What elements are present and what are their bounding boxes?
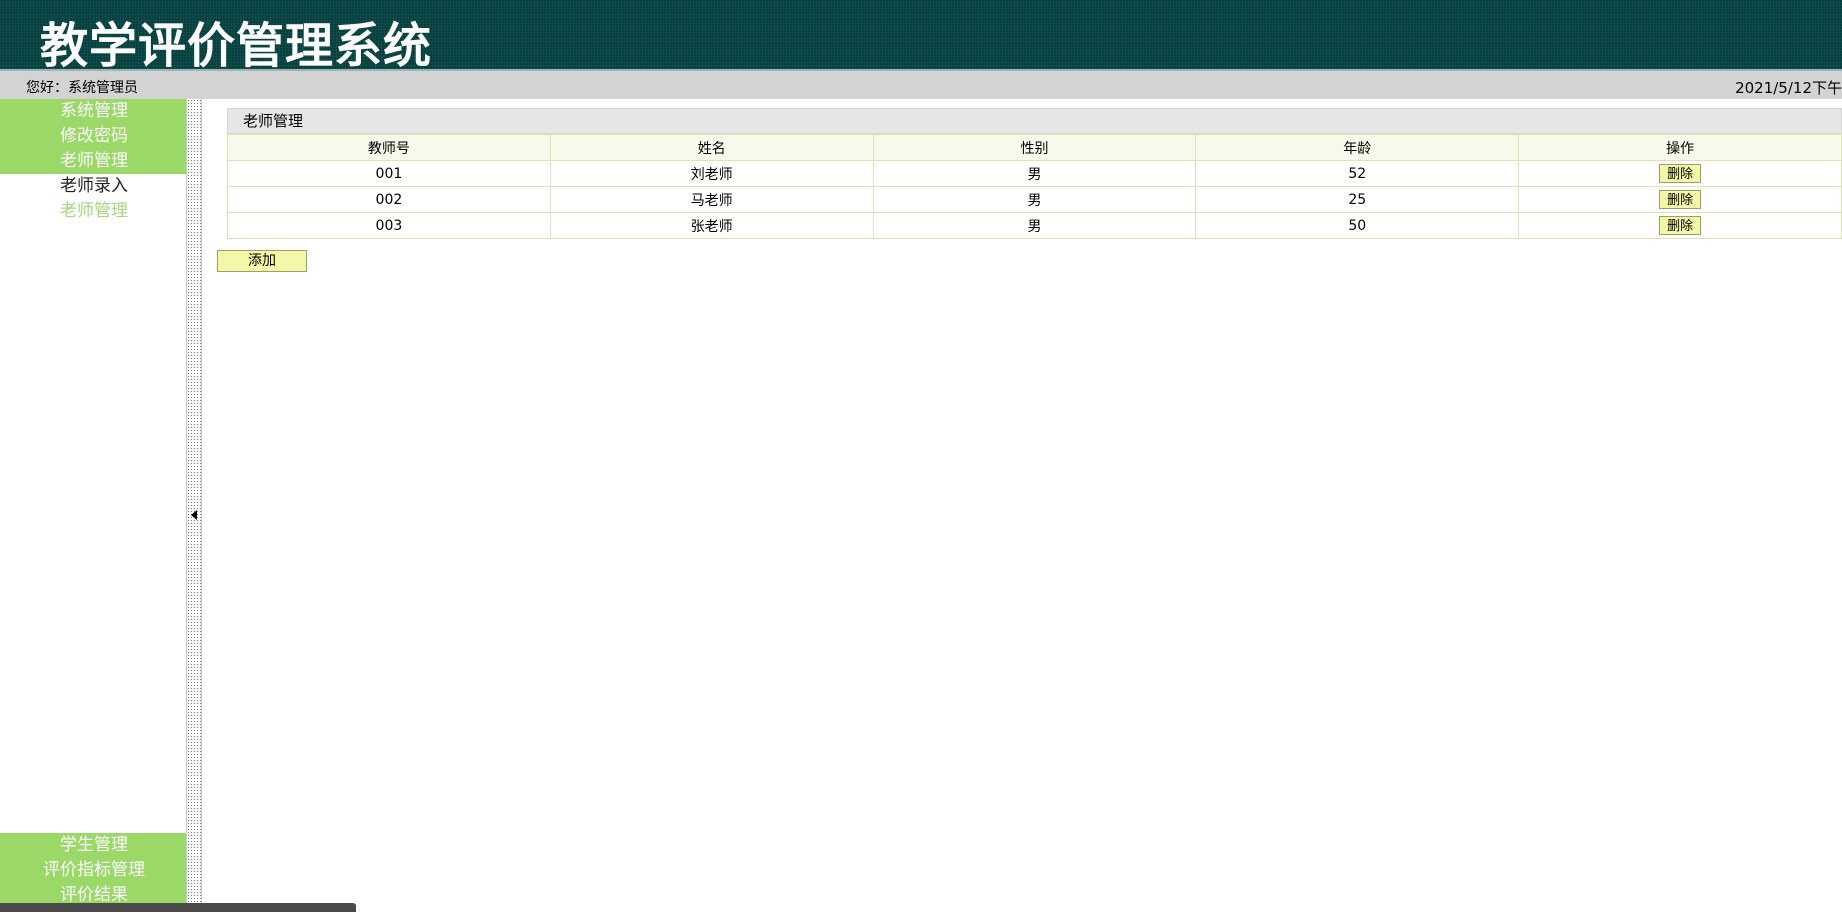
table-row: 003 张老师 男 50 删除 bbox=[227, 212, 1842, 239]
column-header-action: 操作 bbox=[1518, 134, 1842, 161]
cell-id: 003 bbox=[227, 212, 551, 239]
column-header-name: 姓名 bbox=[549, 134, 874, 161]
cell-gender: 男 bbox=[872, 160, 1197, 187]
cell-id: 002 bbox=[227, 186, 551, 213]
delete-button[interactable]: 删除 bbox=[1659, 190, 1702, 209]
cell-id: 001 bbox=[227, 160, 551, 187]
add-teacher-button[interactable]: 添加 bbox=[217, 250, 307, 272]
column-header-id: 教师号 bbox=[227, 134, 551, 161]
sidebar-item-student-management[interactable]: 学生管理 bbox=[0, 833, 188, 858]
cell-gender: 男 bbox=[872, 186, 1197, 213]
column-header-gender: 性别 bbox=[872, 134, 1197, 161]
app-title: 教学评价管理系统 bbox=[40, 18, 433, 74]
app-header: 教学评价管理系统 bbox=[0, 0, 1842, 74]
teacher-table: 教师号 姓名 性别 年龄 操作 001 刘老师 男 52 删除 002 马老师 … bbox=[227, 134, 1842, 239]
sidebar-bottom-group: 学生管理 评价指标管理 评价结果 bbox=[0, 833, 188, 908]
sidebar-item-system[interactable]: 系统管理 bbox=[0, 99, 188, 124]
cell-name: 刘老师 bbox=[549, 160, 874, 187]
sidebar: 系统管理 修改密码 老师管理 老师录入 老师管理 学生管理 评价指标管理 评价结… bbox=[0, 99, 188, 912]
cell-age: 25 bbox=[1195, 186, 1520, 213]
sidebar-subitem-teacher-management[interactable]: 老师管理 bbox=[0, 199, 188, 224]
cell-action: 删除 bbox=[1518, 160, 1842, 187]
sidebar-item-evaluation-index[interactable]: 评价指标管理 bbox=[0, 858, 188, 883]
table-row: 001 刘老师 男 52 删除 bbox=[227, 160, 1842, 187]
cell-age: 50 bbox=[1195, 212, 1520, 239]
bottom-taskbar-strip bbox=[0, 903, 356, 912]
delete-button[interactable]: 删除 bbox=[1659, 216, 1702, 235]
column-header-age: 年龄 bbox=[1195, 134, 1520, 161]
cell-age: 52 bbox=[1195, 160, 1520, 187]
cell-name: 马老师 bbox=[549, 186, 874, 213]
cell-gender: 男 bbox=[872, 212, 1197, 239]
user-bar: 您好：系统管理员 2021/5/12下午 bbox=[0, 71, 1842, 99]
sidebar-splitter[interactable] bbox=[186, 99, 202, 912]
table-row: 002 马老师 男 25 删除 bbox=[227, 186, 1842, 213]
collapse-arrow-icon[interactable] bbox=[191, 510, 197, 520]
cell-action: 删除 bbox=[1518, 212, 1842, 239]
sidebar-subitem-teacher-entry[interactable]: 老师录入 bbox=[0, 174, 188, 199]
sidebar-item-change-password[interactable]: 修改密码 bbox=[0, 124, 188, 149]
sidebar-item-teacher-management[interactable]: 老师管理 bbox=[0, 149, 188, 174]
cell-action: 删除 bbox=[1518, 186, 1842, 213]
cell-name: 张老师 bbox=[549, 212, 874, 239]
panel-title: 老师管理 bbox=[227, 108, 1842, 134]
delete-button[interactable]: 删除 bbox=[1659, 164, 1702, 183]
teacher-panel: 老师管理 教师号 姓名 性别 年龄 操作 001 刘老师 男 52 删除 002… bbox=[227, 108, 1842, 239]
user-greeting: 您好：系统管理员 bbox=[26, 80, 138, 96]
table-header-row: 教师号 姓名 性别 年龄 操作 bbox=[227, 134, 1842, 161]
current-datetime: 2021/5/12下午 bbox=[1735, 79, 1842, 97]
